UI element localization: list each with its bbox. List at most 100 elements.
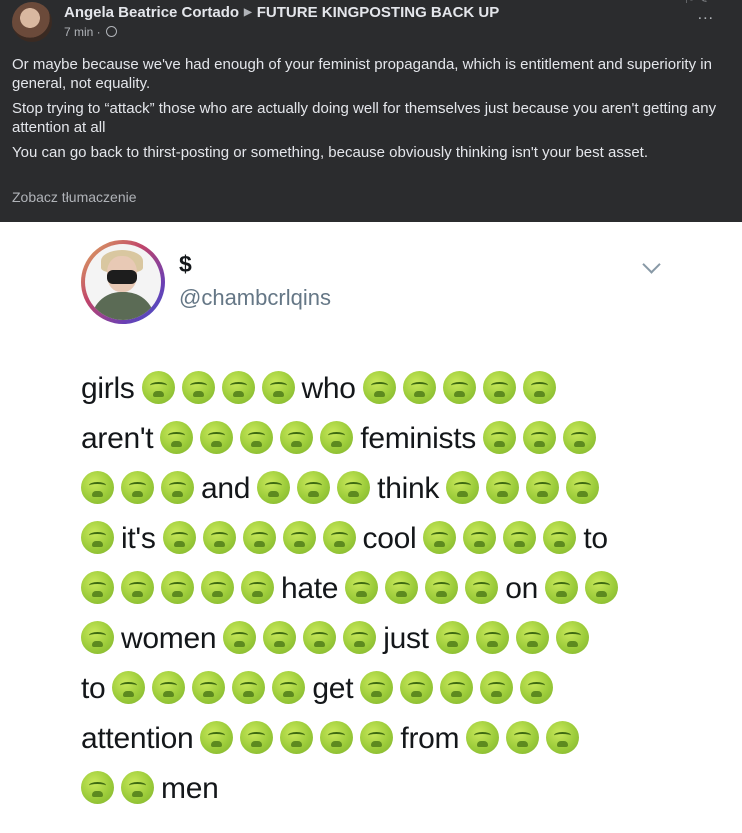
tweet-word: get [312, 672, 354, 705]
nauseated-face-icon [482, 421, 516, 454]
comment-header: Angela Beatrice Cortado ▶ FUTURE KINGPOSTI… [64, 4, 499, 21]
nauseated-face-icon [81, 771, 114, 804]
nauseated-face-icon [81, 471, 114, 504]
tweet-line: men [81, 764, 671, 814]
commenter-name[interactable]: Angela Beatrice Cortado [64, 4, 239, 21]
nauseated-face-icon [200, 421, 234, 454]
nauseated-face-icon [522, 371, 556, 404]
nauseated-face-icon [515, 621, 549, 654]
nauseated-face-icon [385, 571, 419, 604]
nauseated-face-icon [297, 471, 331, 504]
nauseated-face-icon [446, 471, 480, 504]
nauseated-face-icon [442, 371, 476, 404]
tweet-word: feminists [360, 422, 476, 455]
tweet-display-name: $ [179, 251, 192, 277]
nauseated-face-icon [520, 671, 554, 704]
nauseated-face-icon [503, 521, 537, 554]
nauseated-face-icon [141, 371, 175, 404]
nauseated-face-icon [202, 521, 236, 554]
nauseated-face-icon [263, 621, 297, 654]
group-name[interactable]: FUTURE KINGPOSTING BACK UP [257, 4, 500, 21]
tweet-word: from [400, 722, 460, 755]
arrow-right-icon: ▶ [244, 7, 252, 18]
nauseated-face-icon [320, 721, 354, 754]
nauseated-face-icon [112, 671, 146, 704]
nauseated-face-icon [152, 671, 186, 704]
globe-icon [106, 26, 118, 37]
facebook-comment-panel: Angela Beatrice Cortado ▶ FUTURE KINGPOSTI… [0, 0, 742, 222]
tweet-word: attention [81, 722, 194, 755]
nauseated-face-icon [584, 571, 618, 604]
comment-meta: 7 min · [64, 25, 118, 39]
nauseated-face-icon [280, 421, 314, 454]
nauseated-face-icon [181, 371, 215, 404]
nauseated-face-icon [482, 371, 516, 404]
nauseated-face-icon [240, 421, 274, 454]
nauseated-face-icon [241, 571, 274, 604]
commenter-avatar[interactable] [12, 2, 52, 42]
tweet-text: girls who aren't feminists and think it's cool t… [81, 364, 671, 814]
tweet-word: who [301, 372, 356, 405]
nauseated-face-icon [466, 721, 500, 754]
tweet-word: think [377, 472, 440, 505]
nauseated-face-icon [121, 771, 154, 804]
tweet-line: aren't feminists [81, 414, 671, 464]
nauseated-face-icon [362, 371, 396, 404]
tweet-word: just [383, 622, 429, 655]
tweet-line: to get [81, 664, 671, 714]
tweet-line: girls who [81, 364, 671, 414]
nauseated-face-icon [81, 571, 114, 604]
nauseated-face-icon [435, 621, 469, 654]
comment-paragraph: You can go back to thirst-posting or som… [12, 144, 649, 161]
nauseated-face-icon [425, 571, 459, 604]
nauseated-face-icon [343, 621, 377, 654]
nauseated-face-icon [463, 521, 497, 554]
nauseated-face-icon [506, 721, 540, 754]
nauseated-face-icon [486, 471, 520, 504]
nauseated-face-icon [160, 421, 194, 454]
tweet-word: men [161, 772, 219, 805]
nauseated-face-icon [345, 571, 379, 604]
nauseated-face-icon [522, 421, 556, 454]
nauseated-face-icon [465, 571, 499, 604]
tweet-word: to [583, 522, 608, 555]
tweet-line: hate on [81, 564, 671, 614]
tweet-line: women just [81, 614, 671, 664]
tweet-word: on [505, 572, 538, 605]
nauseated-face-icon [322, 521, 356, 554]
tweet-avatar [81, 240, 165, 324]
tweet-word: it's [121, 522, 156, 555]
nauseated-face-icon [272, 671, 306, 704]
nauseated-face-icon [337, 471, 371, 504]
nauseated-face-icon [257, 471, 291, 504]
nauseated-face-icon [440, 671, 474, 704]
nauseated-face-icon [543, 521, 577, 554]
tweet-line: it's cool to [81, 514, 671, 564]
nauseated-face-icon [526, 471, 560, 504]
comment-time[interactable]: 7 min [64, 25, 93, 39]
nauseated-face-icon [200, 721, 234, 754]
nauseated-face-icon [223, 621, 257, 654]
nauseated-face-icon [81, 621, 114, 654]
nauseated-face-icon [161, 571, 194, 604]
nauseated-face-icon [240, 721, 274, 754]
nauseated-face-icon [546, 721, 580, 754]
nauseated-face-icon [562, 421, 596, 454]
nauseated-face-icon [232, 671, 266, 704]
nauseated-face-icon [121, 471, 154, 504]
nauseated-face-icon [475, 621, 509, 654]
nauseated-face-icon [360, 721, 394, 754]
nauseated-face-icon [423, 521, 457, 554]
nauseated-face-icon [400, 671, 434, 704]
comment-paragraph: Stop trying to “attack” those who are ac… [12, 100, 717, 136]
tweet-handle: @chambcrlqins [179, 285, 331, 310]
nauseated-face-icon [261, 371, 295, 404]
tweet-word: and [201, 472, 251, 505]
nauseated-face-icon [161, 471, 194, 504]
nauseated-face-icon [303, 621, 337, 654]
nauseated-face-icon [242, 521, 276, 554]
nauseated-face-icon [81, 521, 114, 554]
more-options-button[interactable]: ... [698, 6, 714, 24]
tweet-word: cool [362, 522, 417, 555]
see-translation-link[interactable]: Zobacz tłumaczenie [12, 189, 137, 205]
